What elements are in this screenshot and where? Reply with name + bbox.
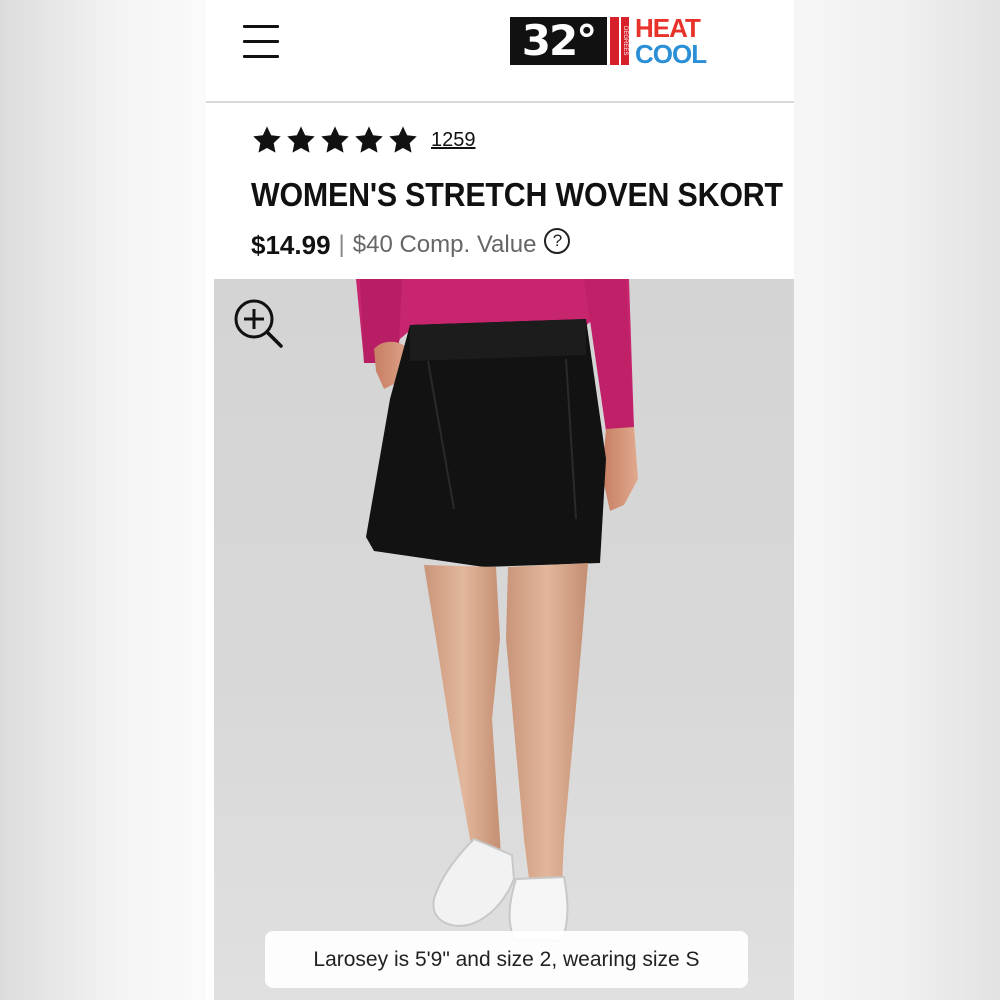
- hamburger-menu-icon[interactable]: [243, 24, 279, 60]
- product-title: WOMEN'S STRETCH WOVEN SKORT: [251, 176, 783, 213]
- star-icon: [389, 126, 417, 153]
- star-icon: [287, 126, 315, 153]
- site-header: 32° DEGREES HEAT COOL: [206, 0, 794, 103]
- price-separator: |: [338, 231, 345, 258]
- sale-price: $14.99: [251, 229, 331, 260]
- rating-stars: [251, 124, 419, 156]
- zoom-in-icon[interactable]: [232, 297, 284, 349]
- product-page: 32° DEGREES HEAT COOL 1259 WOMEN'S STRET…: [206, 0, 794, 1000]
- logo-heat-text: HEAT: [635, 13, 701, 43]
- product-image[interactable]: Larosey is 5'9" and size 2, wearing size…: [214, 279, 794, 1000]
- info-icon[interactable]: ?: [544, 228, 571, 254]
- price-row: $14.99 | $40 Comp. Value ?: [251, 227, 571, 263]
- star-icon: [355, 126, 383, 153]
- logo-32-degrees: 32°: [510, 17, 607, 65]
- star-icon: [253, 126, 281, 153]
- model-wearing-skort-image: [356, 279, 638, 943]
- model-size-caption: Larosey is 5'9" and size 2, wearing size…: [265, 931, 748, 988]
- review-count-link[interactable]: 1259: [431, 129, 476, 152]
- logo-cool-text: COOL: [635, 39, 707, 69]
- product-rating: 1259: [251, 124, 476, 156]
- star-icon: [321, 126, 349, 153]
- logo-degrees-text: DEGREES: [621, 17, 629, 65]
- logo-red-bar: [610, 17, 619, 65]
- brand-logo[interactable]: 32° DEGREES HEAT COOL: [510, 13, 710, 69]
- comp-value: $40 Comp. Value: [352, 231, 537, 258]
